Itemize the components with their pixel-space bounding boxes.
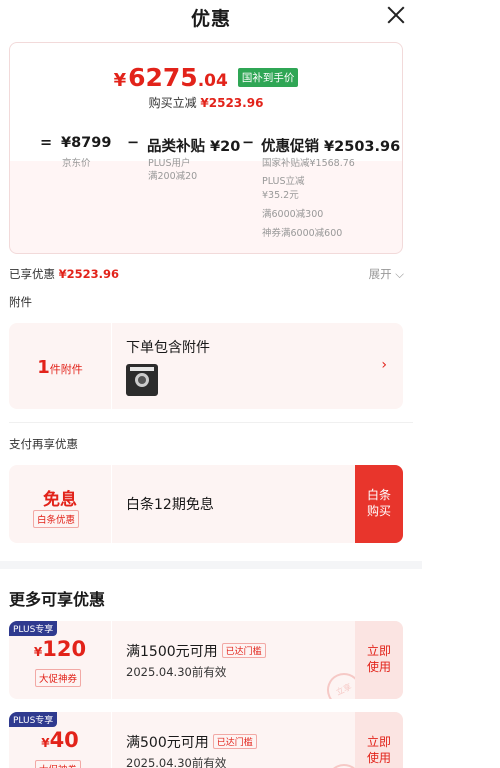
use-button-line1: 立即 [366,644,391,658]
chevron-right-icon[interactable]: › [381,357,387,373]
final-price-row: ¥ 6275 .04 国补到手价 [10,63,402,92]
formula-minus-1: − [127,135,140,151]
use-button-line2: 使用 [366,660,391,674]
sheet-header: 优惠 [0,0,422,36]
jd-price-label: 京东价 [62,158,91,169]
baitiao-pay-card: 免息 白条优惠 白条12期免息 白条 购买 [9,465,403,543]
accessory-card[interactable]: 1件附件 下单包含附件 › [9,323,403,409]
coupon-value: ¥120 [9,637,111,661]
use-coupon-button[interactable]: 立即 使用 [355,712,403,768]
promotion-sub3: ¥35.2元 [262,190,299,201]
coupon-kind-tag: 大促神券 [35,760,82,768]
washing-machine-thumbnail [126,364,158,396]
coupon-value-panel: PLUS专享 ¥120 大促神券 [9,621,112,699]
coupon-card: PLUS专享 ¥40 大促神券 满500元可用已达门槛 2025.04.30前有… [9,712,403,768]
promotion-title: 优惠促销 ¥2503.96 [261,139,401,155]
promotion-sub1: 国家补贴减¥1568.76 [262,158,355,169]
close-icon[interactable] [384,2,408,28]
sheet-title: 优惠 [190,8,231,30]
coupon-amount: 120 [42,637,87,661]
coupon-condition-text: 满500元可用 [126,735,209,751]
coupon-expiry: 2025.04.30前有效 [126,665,227,679]
accessory-count: 1件附件 [9,357,111,378]
price-integer: 6275 [128,63,198,92]
accessory-section-label: 附件 [9,295,32,309]
enjoyed-amount: ¥2523.96 [58,267,120,281]
use-button-line1: 立即 [366,735,391,749]
baitiao-discount-tag: 白条优惠 [33,510,80,528]
accessory-count-panel: 1件附件 [9,323,112,409]
enjoyed-discount: 已享优惠 ¥2523.96 [9,266,119,282]
more-offers-title: 更多可享优惠 [9,590,106,609]
formula-minus-2: − [242,135,255,151]
coupon-condition-text: 满1500元可用 [126,644,218,660]
buy-button-line2: 购买 [366,504,391,518]
promotion-sub4: 满6000减300 [262,209,324,220]
buy-button-line1: 白条 [366,488,391,502]
accessory-title: 下单包含附件 [126,340,210,356]
subsidy-price-tag: 国补到手价 [237,68,299,87]
threshold-reached-tag: 已达门槛 [212,734,257,749]
use-button-line2: 使用 [366,751,391,765]
accessory-count-unit: 件附件 [49,363,83,376]
pay-section-label: 支付再享优惠 [9,437,78,451]
promotion-sub5: 神券满6000减600 [262,228,343,239]
section-divider [9,422,413,423]
coupon-expiry: 2025.04.30前有效 [126,756,227,768]
coupon-amount: 40 [49,728,79,752]
section-separator [0,561,422,569]
accessory-count-number: 1 [37,357,50,378]
interest-free-panel: 免息 白条优惠 [9,465,112,543]
coupon-kind-tag: 大促神券 [35,669,82,687]
use-coupon-button[interactable]: 立即 使用 [355,621,403,699]
enjoyed-label: 已享优惠 [9,267,55,281]
coupon-currency: ¥ [41,736,50,750]
category-subsidy-sub1: PLUS用户 [148,158,191,169]
category-subsidy-title: 品类补贴 ¥20 [147,139,241,155]
coupon-card: PLUS专享 ¥120 大促神券 满1500元可用 已达门槛 2025.04.30… [9,621,403,699]
coupon-value-panel: PLUS专享 ¥40 大促神券 [9,712,112,768]
discount-sheet: 优惠 ¥ 6275 .04 国补到手价 购买立减 ¥2523.96 = ¥879… [0,0,422,768]
coupon-condition: 满500元可用 已达门槛 [126,732,257,752]
plus-exclusive-badge: PLUS专享 [9,712,58,727]
formula-equals: = [40,135,53,151]
price-breakdown-card: ¥ 6275 .04 国补到手价 购买立减 ¥2523.96 = ¥8799 京… [9,42,403,254]
installment-text: 白条12期免息 [126,497,214,513]
price-decimal: .04 [197,71,228,91]
reduction-amount: ¥2523.96 [200,96,264,110]
reduction-label: 购买立减 [148,96,197,110]
plus-exclusive-badge: PLUS专享 [9,621,58,636]
jd-price-value: ¥8799 [61,135,112,151]
category-subsidy-sub2: 满200减20 [148,171,198,182]
coupon-value: ¥40 [9,728,111,752]
coupon-condition: 满1500元可用 已达门槛 [126,641,266,661]
expand-toggle[interactable]: 展开 ⌵ [369,266,404,282]
interest-free-label: 免息 [43,490,77,510]
purchase-reduction: 购买立减 ¥2523.96 [10,94,402,111]
threshold-reached-tag: 已达门槛 [221,643,266,658]
baitiao-buy-button[interactable]: 白条 购买 [355,465,403,543]
price-currency: ¥ [113,70,127,91]
promotion-sub2: PLUS立减 [262,176,305,187]
coupon-currency: ¥ [33,645,43,659]
final-price: ¥ 6275 .04 [114,63,228,92]
